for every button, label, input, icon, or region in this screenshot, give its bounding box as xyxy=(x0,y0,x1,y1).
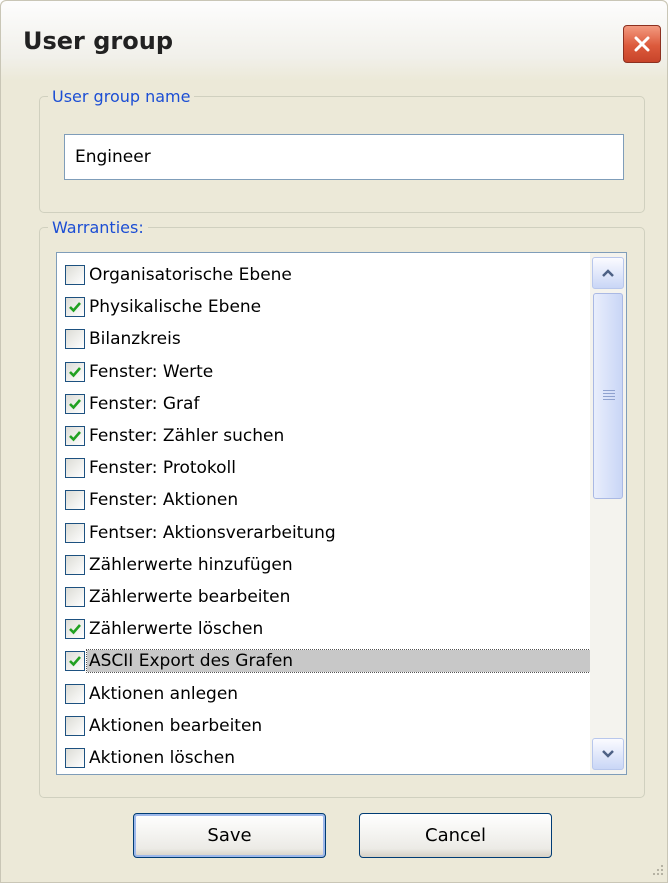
scroll-up-button[interactable] xyxy=(592,257,624,289)
close-icon xyxy=(634,36,650,52)
save-button[interactable]: Save xyxy=(133,813,326,858)
title-bar[interactable]: User group xyxy=(1,1,667,81)
warranty-checkbox[interactable] xyxy=(65,426,85,446)
warranty-item[interactable]: Aktionen anlegen xyxy=(65,680,592,708)
warranty-item[interactable]: Bilanzkreis xyxy=(65,325,592,353)
warranty-checkbox[interactable] xyxy=(65,554,85,575)
warranty-label: Aktionen anlegen xyxy=(89,683,239,704)
warranty-item[interactable]: Zählerwerte hinzufügen xyxy=(65,551,592,579)
warranty-item[interactable]: Fenster: Zähler suchen xyxy=(65,422,592,450)
warranty-label: Organisatorische Ebene xyxy=(89,265,292,285)
warranty-label: Fentser: Aktionsverarbeitung xyxy=(89,522,336,543)
resize-grip-icon[interactable] xyxy=(649,861,665,877)
warranty-label: Fenster: Graf xyxy=(89,393,200,414)
warranty-item[interactable]: Fenster: Protokoll xyxy=(65,454,592,482)
checkmark-icon xyxy=(69,656,81,667)
warranty-checkbox[interactable] xyxy=(65,393,85,414)
warranty-label: Physikalische Ebene xyxy=(89,297,262,318)
warranty-item[interactable]: Fenster: Graf xyxy=(65,390,592,418)
close-button[interactable] xyxy=(623,25,661,63)
thumb-grip-icon xyxy=(603,390,615,400)
user-group-dialog: User group User group name Engineer Warr… xyxy=(0,0,668,883)
warranty-label: Fenster: Werte xyxy=(89,361,214,382)
warranties-legend: Warranties: xyxy=(52,218,144,237)
warranty-checkbox[interactable] xyxy=(65,651,85,672)
warranty-checkbox[interactable] xyxy=(65,522,85,543)
warranty-label: Aktionen bearbeiten xyxy=(89,715,263,736)
checkmark-icon xyxy=(69,302,81,313)
warranty-item[interactable]: Fenster: Aktionen xyxy=(65,486,592,514)
warranty-checkbox[interactable] xyxy=(65,458,85,479)
warranty-label: Zählerwerte hinzufügen xyxy=(89,554,293,575)
warranty-label: Zählerwerte löschen xyxy=(89,619,264,640)
vertical-scrollbar[interactable] xyxy=(590,253,626,774)
warranty-item[interactable]: Aktionen bearbeiten xyxy=(65,712,592,740)
warranty-label: Bilanzkreis xyxy=(89,329,181,350)
warranty-item[interactable]: Physikalische Ebene xyxy=(65,293,592,321)
checkmark-icon xyxy=(69,624,81,635)
warranty-label: ASCII Export des Grafen xyxy=(86,649,593,674)
warranty-item[interactable]: Fentser: Aktionsverarbeitung xyxy=(65,519,592,547)
warranty-checkbox[interactable] xyxy=(65,297,85,318)
warranty-checkbox[interactable] xyxy=(65,265,85,285)
warranty-checkbox[interactable] xyxy=(65,490,85,511)
warranty-checkbox[interactable] xyxy=(65,683,85,704)
warranty-checkbox[interactable] xyxy=(65,587,85,607)
warranty-checkbox[interactable] xyxy=(65,361,85,382)
chevron-up-icon xyxy=(602,269,614,277)
warranty-item[interactable]: Zählerwerte löschen xyxy=(65,615,592,643)
warranty-item[interactable]: ASCII Export des Grafen xyxy=(65,647,593,675)
warranty-label: Fenster: Protokoll xyxy=(89,458,237,479)
warranty-label: Aktionen löschen xyxy=(89,748,236,768)
warranty-item[interactable]: Zählerwerte bearbeiten xyxy=(65,583,592,611)
cancel-button[interactable]: Cancel xyxy=(359,813,552,858)
warranty-label: Zählerwerte bearbeiten xyxy=(89,587,291,607)
scroll-down-button[interactable] xyxy=(592,738,624,770)
checkmark-icon xyxy=(69,431,81,442)
warranty-item[interactable]: Organisatorische Ebene xyxy=(65,261,592,289)
dialog-title: User group xyxy=(23,27,174,55)
user-group-name-legend: User group name xyxy=(52,87,191,106)
warranty-checkbox[interactable] xyxy=(65,748,85,768)
warranty-checkbox[interactable] xyxy=(65,329,85,350)
scrollbar-thumb[interactable] xyxy=(593,293,623,499)
user-group-name-input[interactable]: Engineer xyxy=(64,134,624,180)
checkmark-icon xyxy=(69,398,81,410)
warranties-list[interactable]: Organisatorische Ebene Physikalische Eben… xyxy=(56,252,627,775)
checkmark-icon xyxy=(69,366,81,378)
warranty-item[interactable]: Fenster: Werte xyxy=(65,358,592,386)
warranty-item[interactable]: Aktionen löschen xyxy=(65,744,592,772)
warranty-checkbox[interactable] xyxy=(65,619,85,640)
warranty-label: Fenster: Zähler suchen xyxy=(89,426,285,446)
chevron-down-icon xyxy=(602,750,614,758)
warranty-checkbox[interactable] xyxy=(65,715,85,736)
warranty-label: Fenster: Aktionen xyxy=(89,490,239,511)
